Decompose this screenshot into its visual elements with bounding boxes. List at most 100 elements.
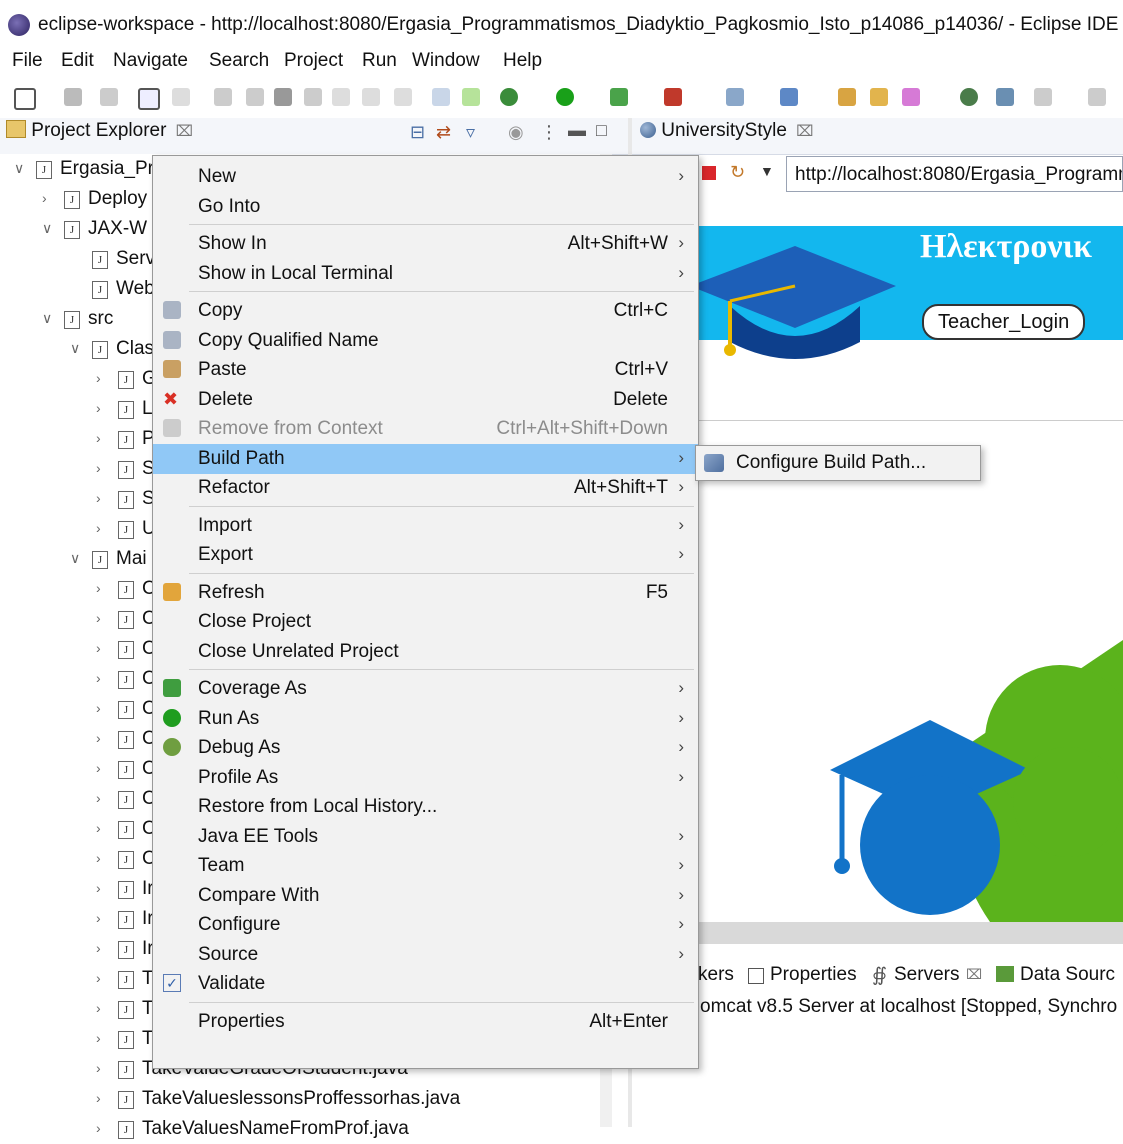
chevron-right-icon[interactable]: › xyxy=(96,880,101,896)
disconnect-icon[interactable] xyxy=(304,88,322,106)
focus-task-icon[interactable]: ◉ xyxy=(508,122,524,143)
chevron-down-icon[interactable]: ∨ xyxy=(42,220,52,237)
new-server-icon[interactable] xyxy=(726,88,744,106)
navigate-forward-icon[interactable] xyxy=(1088,88,1106,106)
menu-item-compare-with[interactable]: Compare With › xyxy=(153,881,698,911)
menu-item-restore-from-local-history[interactable]: Restore from Local History... xyxy=(153,792,698,822)
sync-icon[interactable] xyxy=(996,88,1014,106)
menu-item-source[interactable]: Source › xyxy=(153,940,698,970)
chevron-right-icon[interactable]: › xyxy=(96,820,101,836)
step-return-icon[interactable] xyxy=(394,88,412,106)
tab-properties[interactable]: Properties xyxy=(770,964,857,986)
menu-item-show-in[interactable]: Show In Alt+Shift+W › xyxy=(153,229,698,259)
university-style-tab[interactable]: UniversityStyle ⌧ xyxy=(640,120,814,142)
browser-horizontal-scrollbar[interactable] xyxy=(632,922,1123,944)
menu-item-debug-as[interactable]: Debug As › xyxy=(153,733,698,763)
new-web-icon[interactable] xyxy=(780,88,798,106)
teacher-login-button[interactable]: Teacher_Login xyxy=(922,304,1086,340)
close-icon[interactable]: ⌧ xyxy=(796,123,813,140)
url-input[interactable]: http://localhost:8080/Ergasia_Programmat… xyxy=(786,156,1123,192)
project-explorer-tab[interactable]: Project Explorer ⌧ xyxy=(6,120,193,152)
chevron-right-icon[interactable]: › xyxy=(96,940,101,956)
minimize-icon[interactable]: ▬ xyxy=(568,120,586,141)
chevron-right-icon[interactable]: › xyxy=(96,1120,101,1136)
chevron-right-icon[interactable]: › xyxy=(96,400,101,416)
chevron-right-icon[interactable]: › xyxy=(96,1030,101,1046)
tab-data-source[interactable]: Data Sourc xyxy=(1020,964,1115,986)
view-menu-icon[interactable]: ⋮ xyxy=(540,122,558,143)
chevron-right-icon[interactable]: › xyxy=(96,910,101,926)
menu-edit[interactable]: Edit xyxy=(61,50,94,72)
tab-servers[interactable]: Servers xyxy=(894,964,959,986)
stop-icon[interactable] xyxy=(702,166,716,180)
menu-item-export[interactable]: Export › xyxy=(153,540,698,570)
chevron-right-icon[interactable]: › xyxy=(96,460,101,476)
chevron-right-icon[interactable]: › xyxy=(96,430,101,446)
terminal-icon[interactable] xyxy=(138,88,160,110)
menu-help[interactable]: Help xyxy=(503,50,542,72)
menu-item-copy-qualified-name[interactable]: Copy Qualified Name xyxy=(153,326,698,356)
navigate-back-icon[interactable] xyxy=(1034,88,1052,106)
menu-item-import[interactable]: Import › xyxy=(153,511,698,541)
chevron-right-icon[interactable]: › xyxy=(96,580,101,596)
menu-file[interactable]: File xyxy=(12,50,43,72)
chevron-right-icon[interactable]: › xyxy=(96,1060,101,1076)
chevron-right-icon[interactable]: › xyxy=(96,970,101,986)
menu-item-run-as[interactable]: Run As › xyxy=(153,704,698,734)
menu-item-close-unrelated-project[interactable]: Close Unrelated Project xyxy=(153,637,698,667)
run-toolbar-icon[interactable] xyxy=(556,88,574,106)
suspend-icon[interactable] xyxy=(246,88,264,106)
menu-item-delete[interactable]: ✖ Delete Delete xyxy=(153,385,698,415)
chevron-down-icon[interactable]: ∨ xyxy=(42,310,52,327)
open-resource-icon[interactable] xyxy=(870,88,888,106)
save-icon[interactable] xyxy=(64,88,82,106)
chevron-right-icon[interactable]: › xyxy=(96,790,101,806)
chevron-right-icon[interactable]: › xyxy=(96,700,101,716)
chevron-right-icon[interactable]: › xyxy=(96,730,101,746)
menu-item-java-ee-tools[interactable]: Java EE Tools › xyxy=(153,822,698,852)
browser-toolbar-icon[interactable] xyxy=(960,88,978,106)
chevron-down-icon[interactable]: ∨ xyxy=(70,340,80,357)
close-icon[interactable]: ⌧ xyxy=(966,966,982,983)
search-toolbar-icon[interactable] xyxy=(172,88,190,106)
chevron-right-icon[interactable]: › xyxy=(42,190,47,206)
menu-item-build-path[interactable]: Build Path › xyxy=(153,443,698,474)
step-into-icon[interactable] xyxy=(332,88,350,106)
menu-item-coverage-as[interactable]: Coverage As › xyxy=(153,674,698,704)
chevron-right-icon[interactable]: › xyxy=(96,520,101,536)
open-type-icon[interactable] xyxy=(838,88,856,106)
collapse-all-icon[interactable]: ⊟ xyxy=(410,122,425,143)
menu-window[interactable]: Window xyxy=(412,50,480,72)
menu-item-paste[interactable]: Paste Ctrl+V xyxy=(153,355,698,385)
menu-item-team[interactable]: Team › xyxy=(153,851,698,881)
chevron-down-icon[interactable]: ▼ xyxy=(760,163,774,179)
tomcat-server-entry[interactable]: omcat v8.5 Server at localhost [Stopped,… xyxy=(700,996,1117,1018)
chevron-right-icon[interactable]: › xyxy=(96,760,101,776)
toggle-markers-icon[interactable] xyxy=(462,88,480,106)
chevron-right-icon[interactable]: › xyxy=(96,640,101,656)
chevron-right-icon[interactable]: › xyxy=(96,610,101,626)
menu-item-properties[interactable]: Properties Alt+Enter xyxy=(153,1007,698,1037)
chevron-right-icon[interactable]: › xyxy=(96,850,101,866)
chevron-right-icon[interactable]: › xyxy=(96,490,101,506)
resume-icon[interactable] xyxy=(214,88,232,106)
tab-markers[interactable]: kers xyxy=(698,964,734,986)
menu-item-close-project[interactable]: Close Project xyxy=(153,607,698,637)
configure-build-path-item[interactable]: Configure Build Path... xyxy=(736,452,926,474)
menu-project[interactable]: Project xyxy=(284,50,343,72)
chevron-down-icon[interactable]: ∨ xyxy=(70,550,80,567)
menu-item-go-into[interactable]: Go Into xyxy=(153,192,698,222)
save-all-icon[interactable] xyxy=(100,88,118,106)
refresh-page-icon[interactable]: ↻ xyxy=(730,162,745,183)
annotation-icon[interactable] xyxy=(902,88,920,106)
coverage-toolbar-icon[interactable] xyxy=(610,88,628,106)
open-task-icon[interactable] xyxy=(432,88,450,106)
terminate-icon[interactable] xyxy=(274,88,292,106)
chevron-right-icon[interactable]: › xyxy=(96,670,101,686)
debug-toolbar-icon[interactable] xyxy=(500,88,518,106)
maximize-icon[interactable]: □ xyxy=(596,120,607,141)
menu-item-copy[interactable]: Copy Ctrl+C xyxy=(153,296,698,326)
close-icon[interactable]: ⌧ xyxy=(176,123,193,140)
link-editor-icon[interactable]: ⇄ xyxy=(436,122,451,143)
menu-navigate[interactable]: Navigate xyxy=(113,50,188,72)
